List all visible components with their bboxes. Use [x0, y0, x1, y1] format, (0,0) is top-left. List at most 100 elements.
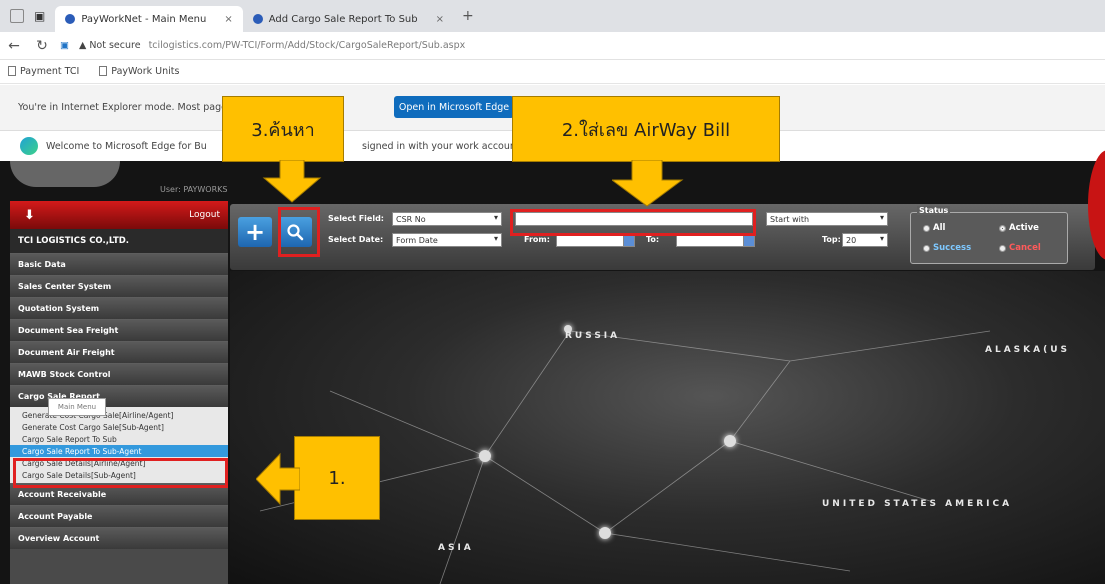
status-title: Status	[917, 206, 951, 215]
network-lines	[259, 330, 991, 584]
radio-label: Active	[1009, 223, 1039, 233]
calendar-icon[interactable]	[743, 233, 755, 247]
map-label-alaska: ALASKA(US	[985, 345, 1070, 355]
select-date-label: Select Date:	[328, 235, 384, 244]
user-label: User: PAYWORKS	[160, 185, 228, 194]
ie-mode-text: You're in Internet Explorer mode. Most p…	[18, 102, 232, 113]
close-icon[interactable]: ×	[224, 14, 232, 25]
favorites-bar: Payment TCI PayWork Units	[0, 60, 1105, 84]
network-node	[724, 435, 736, 447]
top-label: Top:	[822, 235, 841, 244]
edge-logo-icon	[20, 137, 38, 155]
browser-tab-bar: ▣ PayWorkNet - Main Menu × Add Cargo Sal…	[0, 0, 1105, 32]
submenu-item-selected[interactable]: Cargo Sale Report To Sub-Agent	[10, 445, 228, 457]
to-date-input[interactable]	[676, 233, 744, 247]
company-logo	[10, 161, 120, 187]
radio-label: Cancel	[1009, 243, 1041, 253]
radio-label: Success	[933, 243, 972, 253]
sidebar-item-doc-sea-freight[interactable]: Document Sea Freight	[10, 319, 228, 341]
cargo-sale-submenu: Generate Cost Cargo Sale[Airline/Agent] …	[10, 407, 228, 483]
submenu-item[interactable]: Cargo Sale Details[Airline/Agent]	[10, 457, 228, 469]
radio-label: All	[933, 223, 946, 233]
tab-actions-icon[interactable]: ▣	[34, 9, 45, 23]
status-all-radio[interactable]: All	[923, 223, 945, 233]
sidebar: ⬇ Logout TCI LOGISTICS CO.,LTD. Basic Da…	[10, 201, 228, 584]
map-label-usa: UNITED STATES AMERICA	[822, 499, 1013, 509]
select-date-dropdown[interactable]: Form Date	[392, 233, 502, 247]
radio-dot	[923, 224, 930, 232]
top-count-dropdown[interactable]: 20	[842, 233, 888, 247]
search-icon	[287, 224, 304, 241]
sidebar-item-basic-data[interactable]: Basic Data	[10, 253, 228, 275]
sidebar-header: ⬇ Logout	[10, 201, 228, 229]
callout-arrow-step3	[262, 160, 322, 203]
submenu-item[interactable]: Generate Cost Cargo Sale[Airline/Agent]	[10, 409, 228, 421]
submenu-item[interactable]: Cargo Sale Report To Sub	[10, 433, 228, 445]
sidebar-item-account-receivable[interactable]: Account Receivable	[10, 483, 228, 505]
map-label-russia: RUSSIA	[565, 331, 621, 341]
favorite-label: Payment TCI	[20, 66, 80, 77]
page-favicon-icon	[252, 14, 263, 24]
tooltip: Main Menu	[48, 398, 106, 416]
status-success-radio[interactable]: Success	[923, 243, 971, 253]
sidebar-item-mawb-stock[interactable]: MAWB Stock Control	[10, 363, 228, 385]
security-warning-text: Not secure	[89, 40, 141, 51]
back-icon[interactable]: ←	[0, 38, 28, 54]
app-page: User: PAYWORKS ⬇ Logout TCI LOGISTICS CO…	[0, 161, 1105, 584]
sidebar-item-cargo-sale-report[interactable]: Cargo Sale Report	[10, 385, 228, 407]
search-toolbar: + Select Field: CSR No Select Date: Form…	[230, 204, 1095, 270]
tab-cargo-sale-report[interactable]: Add Cargo Sale Report To Sub ×	[243, 6, 454, 32]
logout-link[interactable]: Logout	[189, 210, 220, 220]
close-icon[interactable]: ×	[436, 14, 444, 25]
callout-step3: 3.ค้นหา	[222, 96, 344, 162]
sidebar-item-account-payable[interactable]: Account Payable	[10, 505, 228, 527]
sidebar-item-sales-center[interactable]: Sales Center System	[10, 275, 228, 297]
from-date-label: From:	[524, 235, 550, 244]
company-name: TCI LOGISTICS CO.,LTD.	[10, 229, 228, 253]
page-icon	[99, 66, 108, 76]
sidebar-item-doc-air-freight[interactable]: Document Air Freight	[10, 341, 228, 363]
radio-dot	[999, 224, 1006, 232]
sidebar-item-quotation[interactable]: Quotation System	[10, 297, 228, 319]
page-icon	[8, 66, 16, 76]
add-button[interactable]: +	[238, 217, 272, 247]
from-date-input[interactable]	[556, 233, 624, 247]
page-favicon-icon	[65, 14, 76, 24]
callout-arrow-step2	[612, 160, 684, 207]
submenu-item[interactable]: Cargo Sale Details[Sub-Agent]	[10, 469, 228, 481]
status-cancel-radio[interactable]: Cancel	[999, 243, 1041, 253]
search-button[interactable]	[278, 217, 312, 247]
refresh-icon[interactable]: ↻	[28, 38, 56, 54]
tab-main-menu[interactable]: PayWorkNet - Main Menu ×	[55, 6, 243, 32]
favorite-item[interactable]: PayWork Units	[99, 66, 179, 77]
map-label-asia: ASIA	[438, 543, 474, 553]
address-bar: ← ↻ ▣ ▲ Not secure tcilogistics.com/PW-T…	[0, 32, 1105, 60]
status-active-radio[interactable]: Active	[999, 223, 1039, 233]
select-field-label: Select Field:	[328, 214, 385, 223]
to-date-label: To:	[646, 235, 660, 244]
arrow-down-icon[interactable]: ⬇	[24, 208, 35, 223]
tab-label: Add Cargo Sale Report To Sub	[268, 13, 418, 25]
window-menu-icon[interactable]	[10, 9, 24, 23]
network-node	[599, 527, 611, 539]
select-field-dropdown[interactable]: CSR No	[392, 212, 502, 226]
welcome-text: Welcome to Microsoft Edge for Bu	[46, 140, 207, 152]
url-field[interactable]: tcilogistics.com/PW-TCI/Form/Add/Stock/C…	[149, 40, 466, 51]
callout-step2: 2.ใส่เลข AirWay Bill	[512, 96, 780, 162]
match-type-dropdown[interactable]: Start with	[766, 212, 888, 226]
callout-step1: 1.	[294, 436, 380, 520]
calendar-icon[interactable]	[623, 233, 635, 247]
radio-dot	[923, 244, 930, 252]
status-group: Status All Active Success Cancel	[910, 206, 1068, 264]
sidebar-item-overview-account[interactable]: Overview Account	[10, 527, 228, 549]
callout-arrow-step1	[256, 452, 300, 506]
favorite-item[interactable]: Payment TCI	[8, 66, 79, 77]
world-map-background: RUSSIA ALASKA(US UNITED STATES AMERICA A…	[230, 271, 1105, 584]
new-tab-icon[interactable]: +	[462, 8, 474, 24]
ie-mode-icon[interactable]: ▣	[60, 40, 69, 51]
submenu-item[interactable]: Generate Cost Cargo Sale[Sub-Agent]	[10, 421, 228, 433]
search-value-input[interactable]	[515, 212, 753, 226]
radio-dot	[999, 244, 1006, 252]
open-in-edge-button[interactable]: Open in Microsoft Edge	[394, 96, 514, 118]
security-warning[interactable]: ▲ Not secure	[79, 40, 141, 51]
